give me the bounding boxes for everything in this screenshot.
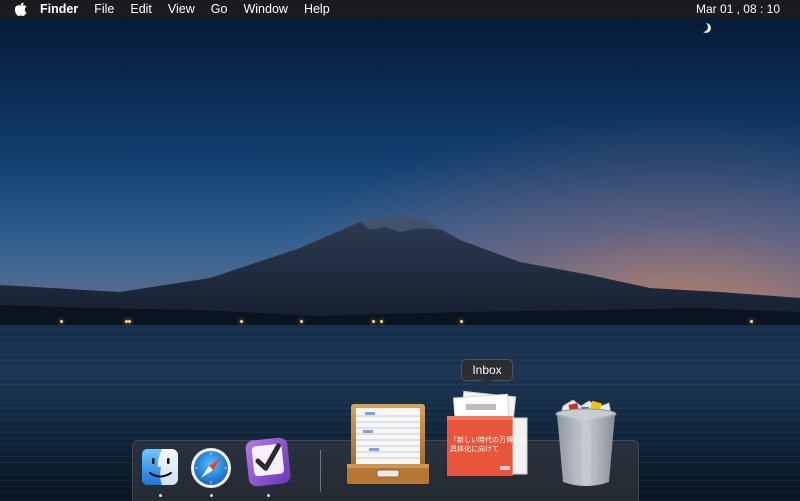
menu-clock[interactable]: Mar 01 , 08 : 10 — [696, 0, 780, 18]
running-indicator — [159, 494, 162, 497]
menu-file[interactable]: File — [94, 0, 114, 18]
running-indicator — [210, 494, 213, 497]
apple-logo-icon[interactable] — [14, 2, 28, 16]
file-drawer-icon — [347, 404, 429, 484]
moon — [698, 22, 708, 32]
finder-icon — [142, 449, 178, 485]
running-indicator — [267, 494, 270, 497]
dock-divider — [320, 450, 321, 492]
menu-go[interactable]: Go — [211, 0, 228, 18]
menu-view[interactable]: View — [168, 0, 195, 18]
checkmark-app-icon — [245, 437, 291, 487]
menu-app-name[interactable]: Finder — [40, 0, 78, 18]
trash-full-icon — [555, 399, 617, 486]
menu-window[interactable]: Window — [243, 0, 287, 18]
dock-item-omnifocus[interactable] — [243, 433, 293, 489]
dock-item-documents[interactable] — [343, 398, 433, 490]
menu-edit[interactable]: Edit — [130, 0, 152, 18]
dock-item-finder[interactable] — [140, 447, 180, 487]
dock-item-inbox[interactable]: 「新しい時代の万博」の 具体化に向けて — [444, 390, 529, 482]
inbox-document-title: 「新しい時代の万博」の 具体化に向けて — [450, 436, 527, 453]
dock-item-safari[interactable] — [190, 447, 232, 489]
menu-help[interactable]: Help — [304, 0, 330, 18]
dock-item-trash[interactable] — [551, 398, 621, 490]
menu-bar: Finder File Edit View Go Window Help Mar… — [0, 0, 800, 18]
shore-lights — [0, 318, 800, 326]
safari-compass-icon — [191, 448, 231, 488]
dock-tooltip: Inbox — [461, 359, 513, 386]
